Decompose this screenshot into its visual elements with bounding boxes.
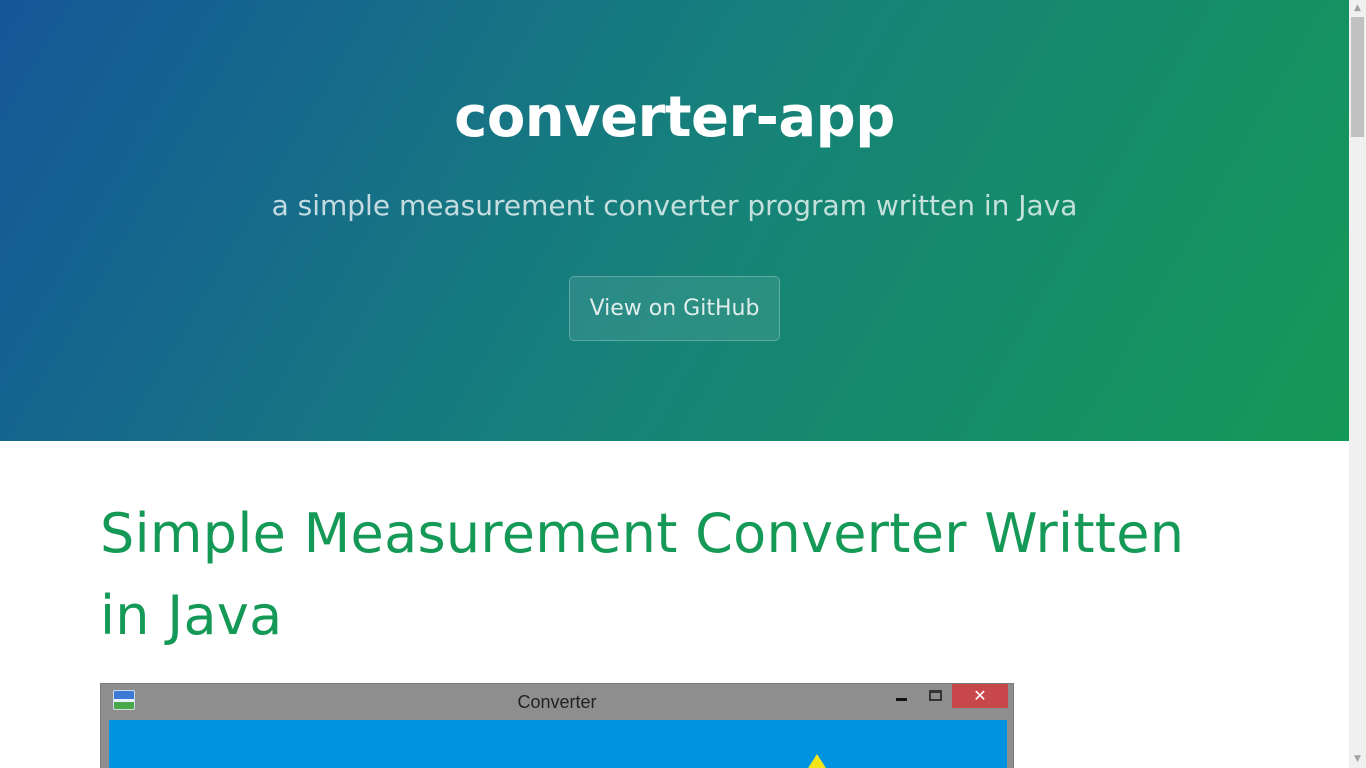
app-screenshot: Converter ✕ (100, 683, 1014, 768)
screenshot-titlebar: Converter ✕ (101, 684, 1013, 720)
main-heading: Simple Measurement Converter Written in … (100, 502, 1185, 647)
scroll-down-arrow-icon[interactable]: ▼ (1349, 751, 1366, 768)
page-header: converter-app a simple measurement conve… (0, 0, 1349, 441)
minimize-icon (896, 698, 907, 701)
screenshot-window-title: Converter (517, 692, 597, 712)
screenshot-window-body (109, 720, 1007, 768)
scrollbar-thumb[interactable] (1351, 17, 1364, 137)
close-icon: ✕ (952, 684, 1008, 708)
page: converter-app a simple measurement conve… (0, 0, 1349, 768)
maximize-icon (929, 690, 942, 701)
warning-icon (803, 754, 831, 768)
project-tagline: a simple measurement converter program w… (271, 189, 1078, 222)
project-name: converter-app (454, 85, 895, 150)
vertical-scrollbar[interactable]: ▲ ▼ (1349, 0, 1366, 768)
view-on-github-button[interactable]: View on GitHub (569, 276, 780, 341)
scroll-up-arrow-icon[interactable]: ▲ (1349, 0, 1366, 17)
